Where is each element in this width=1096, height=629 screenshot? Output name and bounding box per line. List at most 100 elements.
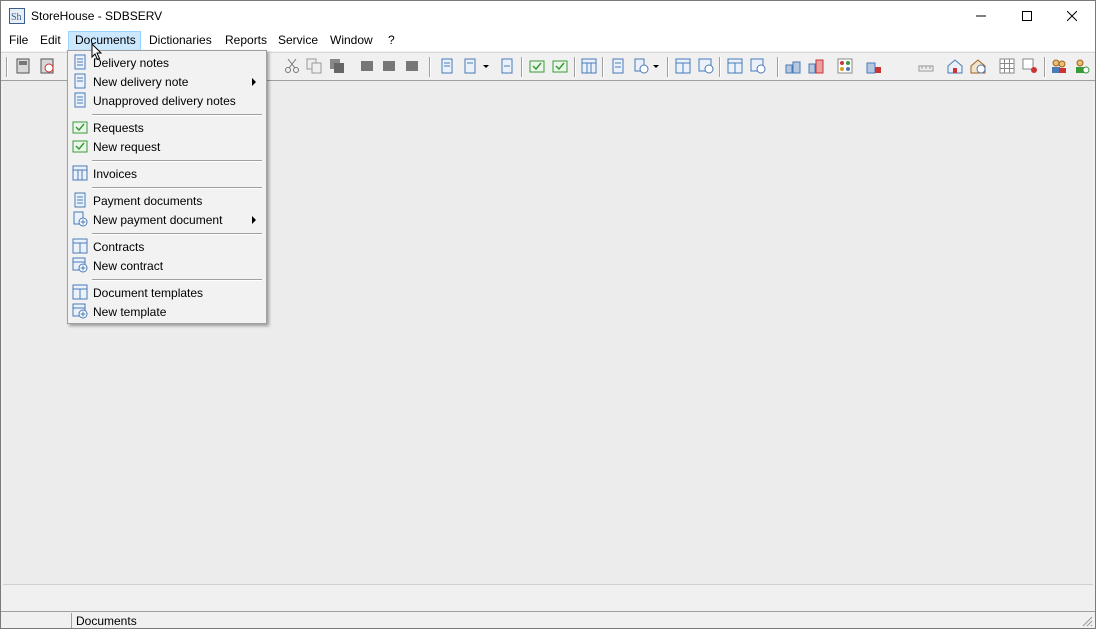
contracts-icon[interactable]: [675, 58, 691, 74]
menu-window[interactable]: Window: [324, 31, 379, 51]
document-templates-icon[interactable]: [727, 58, 743, 74]
maximize-button[interactable]: [1004, 1, 1050, 31]
menu-separator: [92, 233, 262, 235]
dropdown-arrow-icon[interactable]: [652, 58, 660, 74]
goods-group-icon[interactable]: [808, 58, 824, 74]
units-icon[interactable]: [918, 58, 934, 74]
menu-documents[interactable]: Documents: [68, 31, 141, 51]
toolbar-separator: [6, 57, 8, 77]
minimize-icon: [976, 15, 986, 17]
contracts-icon: [72, 238, 88, 254]
add-supplier-icon[interactable]: [970, 58, 986, 74]
new-request-icon[interactable]: [552, 58, 568, 74]
doc-action-icon[interactable]: [404, 58, 420, 74]
goods-icon[interactable]: [785, 58, 801, 74]
menu-item-unapproved-delivery-notes[interactable]: Unapproved delivery notes: [70, 91, 263, 110]
delivery-notes-icon: [74, 54, 86, 70]
menu-item-new-payment-document[interactable]: New payment document: [70, 210, 263, 229]
menu-item-label: New request: [93, 140, 161, 154]
warehouses-icon[interactable]: [866, 58, 882, 74]
grid-icon[interactable]: [999, 58, 1015, 74]
new-contract-icon[interactable]: [698, 58, 714, 74]
toolbar-separator: [667, 57, 669, 77]
delivery-notes-icon[interactable]: [439, 58, 455, 74]
toolbar-separator: [777, 57, 779, 77]
resize-grip-icon[interactable]: [1081, 615, 1093, 627]
menu-file[interactable]: File: [3, 31, 34, 51]
new-contract-icon: [72, 257, 88, 273]
doc-action-icon[interactable]: [359, 58, 375, 74]
mouse-cursor-icon: [91, 43, 103, 61]
settings-grid-icon[interactable]: [1022, 58, 1038, 74]
unapproved-notes-icon[interactable]: [499, 58, 515, 74]
menu-item-requests[interactable]: Requests: [70, 118, 263, 137]
menu-item-payment-documents[interactable]: Payment documents: [70, 191, 263, 210]
documents-menu: Delivery notes New delivery note Unappro…: [67, 50, 267, 324]
menu-item-document-templates[interactable]: Document templates: [70, 283, 263, 302]
invoices-icon[interactable]: [581, 58, 597, 74]
menu-item-label: New payment document: [93, 213, 223, 227]
menu-item-new-template[interactable]: New template: [70, 302, 263, 321]
new-delivery-note-icon[interactable]: [462, 58, 478, 74]
menu-item-new-request[interactable]: New request: [70, 137, 263, 156]
toolbar-separator: [574, 57, 576, 77]
menu-separator: [92, 279, 262, 281]
disconnect-icon[interactable]: [39, 58, 55, 74]
close-icon: [1067, 11, 1077, 21]
invoices-icon: [72, 165, 88, 181]
menu-item-label: Payment documents: [93, 194, 203, 208]
minimize-button[interactable]: [958, 1, 1004, 31]
menu-item-label: Contracts: [93, 240, 145, 254]
status-panel: [1, 613, 72, 628]
toolbar-separator: [429, 57, 431, 77]
menu-edit[interactable]: Edit: [34, 31, 67, 51]
add-user-icon[interactable]: [1074, 58, 1090, 74]
users-icon[interactable]: [1051, 58, 1067, 74]
payment-documents-icon[interactable]: [610, 58, 626, 74]
suppliers-icon[interactable]: [947, 58, 963, 74]
dropdown-arrow-icon[interactable]: [482, 58, 490, 74]
categories-icon[interactable]: [837, 58, 853, 74]
status-text: Documents: [76, 614, 137, 628]
paste-icon[interactable]: [329, 58, 345, 74]
requests-icon: [72, 121, 88, 134]
menu-item-invoices[interactable]: Invoices: [70, 164, 263, 183]
menu-separator: [92, 187, 262, 189]
submenu-arrow-icon: [252, 78, 256, 86]
menu-bar: File Edit Documents Dictionaries Reports…: [1, 31, 1095, 51]
toolbar-separator: [1044, 57, 1046, 77]
new-payment-document-icon: [73, 211, 88, 227]
menu-service[interactable]: Service: [272, 31, 324, 51]
new-template-icon: [72, 303, 88, 319]
new-template-icon[interactable]: [750, 58, 766, 74]
doc-action-icon[interactable]: [381, 58, 397, 74]
svg-text:Sh: Sh: [11, 12, 22, 23]
bottom-panel: [3, 584, 1093, 612]
menu-item-new-contract[interactable]: New contract: [70, 256, 263, 275]
title-bar: Sh StoreHouse - SDBSERV: [1, 1, 1095, 31]
menu-item-new-delivery-note[interactable]: New delivery note: [70, 72, 263, 91]
unapproved-notes-icon: [74, 92, 86, 108]
window-title: StoreHouse - SDBSERV: [31, 9, 163, 23]
menu-item-label: Delivery notes: [93, 56, 170, 70]
new-delivery-note-icon: [74, 73, 86, 89]
cut-icon[interactable]: [284, 58, 300, 74]
menu-reports[interactable]: Reports: [219, 31, 273, 51]
toolbar-separator: [602, 57, 604, 77]
menu-help[interactable]: ?: [382, 31, 401, 51]
menu-item-contracts[interactable]: Contracts: [70, 237, 263, 256]
menu-dictionaries[interactable]: Dictionaries: [143, 31, 218, 51]
menu-separator: [92, 114, 262, 116]
payment-documents-icon: [74, 192, 86, 208]
close-button[interactable]: [1049, 1, 1095, 31]
menu-item-label: Document templates: [93, 286, 204, 300]
menu-item-label: New template: [93, 305, 167, 319]
menu-item-label: Invoices: [93, 167, 138, 181]
database-icon[interactable]: [15, 58, 31, 74]
status-bar: Documents: [1, 611, 1095, 628]
submenu-arrow-icon: [252, 216, 256, 224]
requests-icon[interactable]: [529, 58, 545, 74]
copy-icon[interactable]: [306, 58, 322, 74]
new-payment-document-icon[interactable]: [633, 58, 649, 74]
menu-item-label: Requests: [93, 121, 144, 135]
